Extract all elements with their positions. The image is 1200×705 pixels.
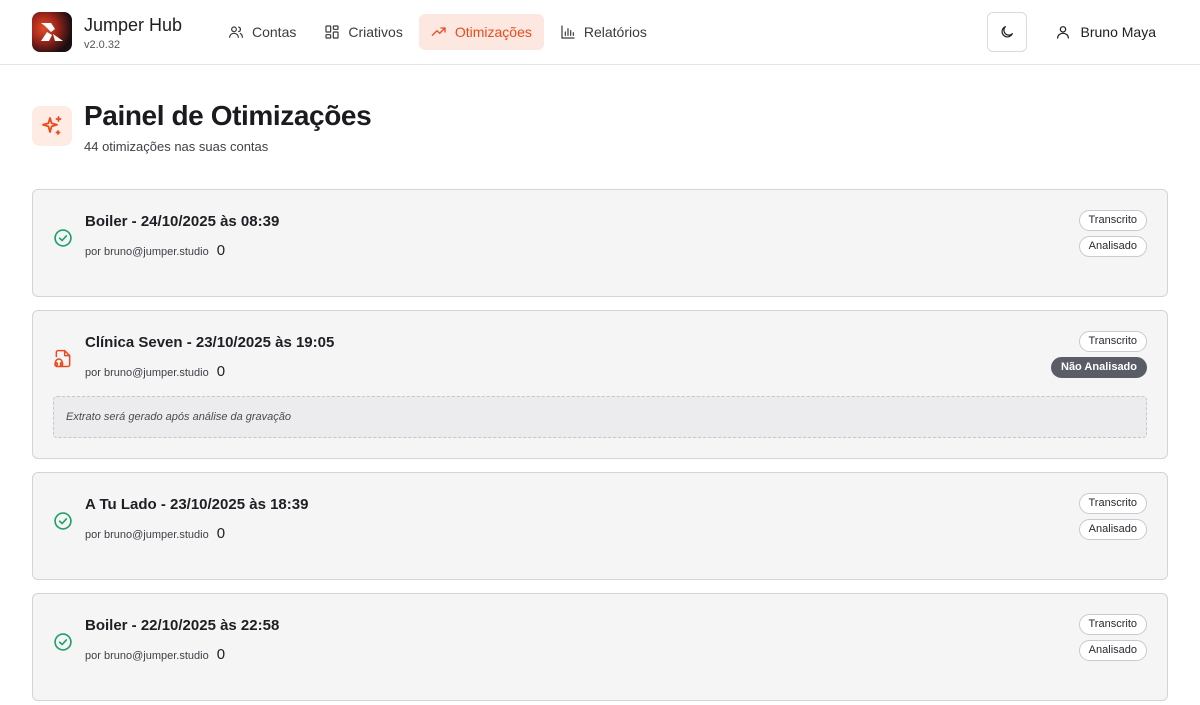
brand[interactable]: Jumper Hub v2.0.32 — [32, 12, 216, 52]
card-title: A Tu Lado - 23/10/2025 às 18:39 — [85, 496, 309, 513]
card-count: 0 — [216, 525, 226, 542]
page-subtitle: 44 otimizações nas suas contas — [84, 139, 269, 154]
audio-file-icon — [54, 349, 71, 368]
app-logo — [32, 12, 72, 52]
user-menu[interactable]: Bruno Maya — [1043, 12, 1168, 52]
card-count: 0 — [216, 646, 226, 663]
nav-label: Otimizações — [454, 24, 532, 40]
page-title: Painel de Otimizações — [84, 100, 372, 131]
app-version: v2.0.32 — [84, 38, 121, 51]
check-circle-icon — [54, 512, 72, 530]
card-author: por bruno@jumper.studio — [85, 529, 209, 541]
moon-icon — [1001, 26, 1013, 38]
bar-chart-icon — [561, 25, 575, 39]
user-name: Bruno Maya — [1080, 24, 1156, 40]
optimization-list: Boiler - 24/10/2025 às 08:39 por bruno@j… — [0, 189, 1200, 701]
nav-item-otimizacoes[interactable]: Otimizações — [418, 14, 544, 50]
nav-label: Relatórios — [583, 24, 647, 40]
check-circle-icon — [54, 229, 72, 247]
users-icon — [229, 26, 243, 38]
grid-icon — [325, 25, 339, 39]
badge-nao-analisado: Não Analisado — [1051, 357, 1147, 378]
badge-transcrito: Transcrito — [1078, 614, 1147, 635]
optimization-card[interactable]: Boiler - 24/10/2025 às 08:39 por bruno@j… — [32, 189, 1168, 297]
badge-analisado: Analisado — [1078, 236, 1147, 257]
card-author: por bruno@jumper.studio — [85, 246, 209, 258]
card-title: Boiler - 24/10/2025 às 08:39 — [85, 213, 280, 230]
check-circle-icon — [54, 633, 72, 651]
card-author: por bruno@jumper.studio — [85, 650, 209, 662]
main-nav: Contas Criativos Otimizações Relatórios — [216, 14, 659, 50]
nav-item-contas[interactable]: Contas — [216, 14, 308, 50]
sparkles-icon — [32, 106, 72, 146]
nav-item-relatorios[interactable]: Relatórios — [548, 14, 659, 50]
card-count: 0 — [216, 242, 226, 259]
card-count: 0 — [216, 363, 226, 380]
nav-label: Contas — [252, 24, 297, 40]
badge-transcrito: Transcrito — [1078, 210, 1147, 231]
badge-transcrito: Transcrito — [1078, 331, 1147, 352]
nav-label: Criativos — [348, 24, 403, 40]
card-title: Boiler - 22/10/2025 às 22:58 — [85, 617, 280, 634]
card-author: por bruno@jumper.studio — [85, 367, 209, 379]
optimization-card[interactable]: Boiler - 22/10/2025 às 22:58 por bruno@j… — [32, 593, 1168, 701]
user-icon — [1056, 26, 1069, 39]
optimization-card[interactable]: A Tu Lado - 23/10/2025 às 18:39 por brun… — [32, 472, 1168, 580]
badge-analisado: Analisado — [1078, 640, 1147, 661]
nav-item-criativos[interactable]: Criativos — [312, 14, 414, 50]
trending-up-icon — [431, 27, 446, 36]
theme-toggle-button[interactable] — [986, 12, 1027, 52]
app-title: Jumper Hub — [84, 14, 183, 35]
card-title: Clínica Seven - 23/10/2025 às 19:05 — [85, 334, 335, 351]
badge-analisado: Analisado — [1078, 519, 1147, 540]
badge-transcrito: Transcrito — [1078, 493, 1147, 514]
page-header: Painel de Otimizações 44 otimizações nas… — [0, 65, 1200, 154]
top-header: Jumper Hub v2.0.32 Contas Criativos Otim… — [0, 0, 1200, 65]
extract-placeholder: Extrato será gerado após análise da grav… — [53, 396, 1147, 438]
optimization-card[interactable]: Clínica Seven - 23/10/2025 às 19:05 por … — [32, 310, 1168, 459]
